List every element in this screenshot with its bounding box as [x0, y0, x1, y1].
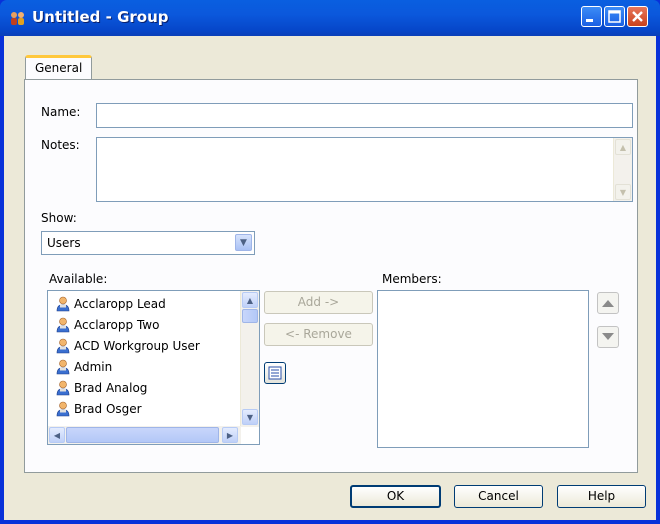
notes-scrollbar[interactable]: ▲ ▼ [613, 138, 632, 201]
scroll-right-icon[interactable]: ▶ [222, 427, 238, 443]
list-item-label: Acclaropp Lead [74, 297, 166, 311]
members-list[interactable] [377, 290, 589, 448]
minimize-button[interactable] [581, 6, 602, 27]
ok-button[interactable]: OK [350, 485, 441, 508]
list-icon [268, 366, 282, 380]
scroll-thumb[interactable] [242, 309, 258, 323]
scroll-up-icon[interactable]: ▲ [242, 292, 258, 308]
move-up-button[interactable] [597, 292, 619, 314]
user-icon [56, 317, 70, 333]
scroll-down-icon[interactable]: ▼ [242, 409, 258, 425]
notes-label: Notes: [41, 138, 80, 152]
maximize-icon [608, 10, 621, 23]
show-select-value: Users [47, 236, 81, 250]
close-icon [632, 11, 643, 22]
chevron-down-icon[interactable]: ▼ [235, 234, 252, 251]
show-label: Show: [41, 211, 77, 225]
dialog-window: Untitled - Group General Name: Notes: ▲ … [0, 0, 660, 524]
cancel-button[interactable]: Cancel [454, 485, 543, 508]
list-item[interactable]: Acclaropp Two [56, 315, 159, 335]
scroll-thumb[interactable] [66, 427, 219, 443]
user-icon [56, 359, 70, 375]
tab-general[interactable]: General [25, 55, 92, 80]
help-button[interactable]: Help [557, 485, 646, 508]
name-label: Name: [41, 105, 81, 119]
user-icon [56, 401, 70, 417]
available-label: Available: [49, 272, 108, 286]
scroll-down-icon[interactable]: ▼ [615, 184, 631, 200]
name-input[interactable] [96, 103, 633, 128]
list-item[interactable]: Acclaropp Lead [56, 294, 166, 314]
list-item-label: Brad Analog [74, 381, 148, 395]
list-item-label: Acclaropp Two [74, 318, 160, 332]
list-item-label: Brad Osger [74, 402, 142, 416]
move-down-button[interactable] [597, 326, 619, 348]
close-button[interactable] [627, 6, 648, 27]
list-item[interactable]: ACD Workgroup User [56, 336, 200, 356]
browse-list-button[interactable] [264, 362, 286, 384]
group-app-icon [11, 12, 24, 25]
remove-button[interactable]: <- Remove [264, 323, 373, 346]
triangle-up-icon [602, 300, 614, 307]
notes-textarea[interactable]: ▲ ▼ [96, 137, 633, 202]
scroll-up-icon[interactable]: ▲ [615, 139, 631, 155]
user-icon [56, 338, 70, 354]
available-vscrollbar[interactable]: ▲ ▼ [240, 291, 259, 427]
list-item-label: ACD Workgroup User [74, 339, 200, 353]
maximize-button[interactable] [604, 6, 625, 27]
minimize-icon [586, 19, 593, 22]
title-bar[interactable]: Untitled - Group [0, 0, 660, 36]
available-hscrollbar[interactable]: ◀ ▶ [48, 426, 241, 444]
user-icon [56, 380, 70, 396]
scroll-left-icon[interactable]: ◀ [49, 427, 65, 443]
list-item-label: Admin [74, 360, 113, 374]
list-item[interactable]: Admin [56, 357, 112, 377]
available-list[interactable]: Acclaropp Lead Acclaropp Two ACD Workgroup… [47, 290, 260, 445]
add-button[interactable]: Add -> [264, 291, 373, 314]
list-item[interactable]: Brad Osger [56, 399, 142, 419]
user-icon [56, 296, 70, 312]
triangle-down-icon [602, 333, 614, 340]
tab-general-label: General [35, 61, 83, 75]
members-label: Members: [382, 272, 442, 286]
show-select[interactable]: Users ▼ [41, 231, 255, 255]
list-item[interactable]: Brad Analog [56, 378, 147, 398]
window-title: Untitled - Group [32, 8, 169, 26]
